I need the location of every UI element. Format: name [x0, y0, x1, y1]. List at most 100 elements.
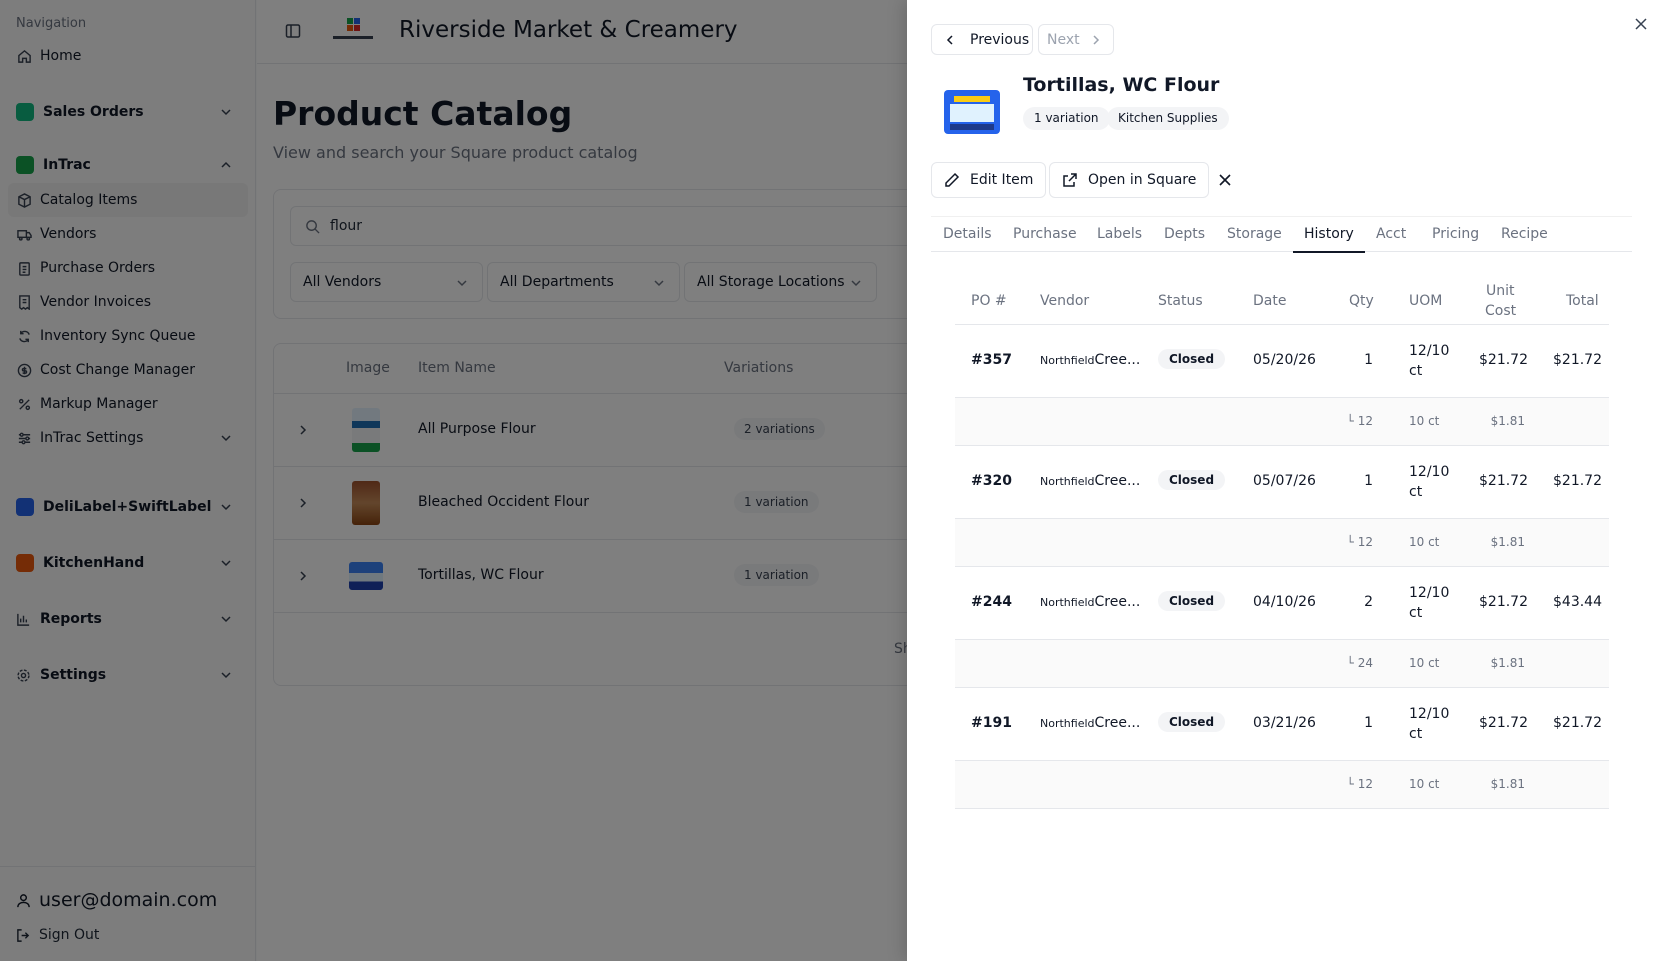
- status-badge: Closed: [1158, 470, 1226, 490]
- unit-qty-value: 12: [1357, 535, 1373, 549]
- product-image: [944, 90, 1000, 134]
- vendor-name: NorthfieldCree...: [1040, 352, 1140, 368]
- uom-line2: ct: [1409, 605, 1423, 621]
- edit-item-button[interactable]: Edit Item: [931, 162, 1047, 198]
- unit-cost: $21.72: [1479, 594, 1528, 610]
- uom-line2: ct: [1409, 726, 1423, 742]
- tab-depts[interactable]: Depts: [1164, 226, 1205, 242]
- history-sub-row: └ 12 10 ct $1.81: [955, 761, 1609, 809]
- edit-item-label: Edit Item: [970, 172, 1034, 188]
- corner-arrow-icon: └: [1346, 535, 1358, 549]
- history-row[interactable]: #244 NorthfieldCree... Closed 04/10/26 2 12/1…: [955, 567, 1609, 640]
- uom-line1: 12/10: [1409, 343, 1450, 359]
- chevron-right-icon: [1093, 34, 1099, 45]
- tab-history[interactable]: History: [1304, 226, 1354, 242]
- po-uom: 12/10 ct: [1409, 704, 1449, 744]
- vendor-truncated: Cree...: [1094, 352, 1141, 368]
- line-total: $43.44: [1553, 594, 1602, 610]
- po-qty: 1: [1364, 352, 1373, 368]
- next-button[interactable]: Next: [1038, 24, 1114, 55]
- history-sub-row: └ 24 10 ct $1.81: [955, 640, 1609, 688]
- unit-qty-value: 12: [1357, 414, 1373, 428]
- next-label: Next: [1047, 31, 1080, 48]
- open-in-square-label: Open in Square: [1088, 172, 1197, 188]
- unit-each-cost: $1.81: [1490, 535, 1525, 549]
- unit-cost: $21.72: [1479, 352, 1528, 368]
- history-row[interactable]: #191 NorthfieldCree... Closed 03/21/26 1 12/1…: [955, 688, 1609, 761]
- status-badge: Closed: [1158, 591, 1226, 611]
- line-total: $21.72: [1553, 715, 1602, 731]
- unit-cost: $21.72: [1479, 715, 1528, 731]
- po-number[interactable]: #191: [971, 715, 1012, 731]
- previous-button[interactable]: Previous: [931, 24, 1033, 55]
- tab-details[interactable]: Details: [943, 226, 992, 242]
- uom-line1: 12/10: [1409, 585, 1450, 601]
- col-vendor: Vendor: [1040, 293, 1090, 309]
- unit-each-cost: $1.81: [1490, 777, 1525, 791]
- uom-line2: ct: [1409, 484, 1423, 500]
- po-number[interactable]: #357: [971, 352, 1012, 368]
- tab-pricing[interactable]: Pricing: [1432, 226, 1479, 242]
- po-date: 03/21/26: [1253, 715, 1316, 731]
- vendor-name: NorthfieldCree...: [1040, 473, 1140, 489]
- vendor-logo-text: Northfield: [1040, 596, 1095, 609]
- tab-labels[interactable]: Labels: [1097, 226, 1142, 242]
- category-badge: Kitchen Supplies: [1107, 107, 1229, 130]
- uom-line1: 12/10: [1409, 464, 1450, 480]
- tab-purchase[interactable]: Purchase: [1013, 226, 1077, 242]
- pencil-icon: [945, 172, 960, 187]
- po-number[interactable]: #320: [971, 473, 1012, 489]
- line-total: $21.72: [1553, 352, 1602, 368]
- unit-uom: 10 ct: [1409, 414, 1440, 428]
- external-link-icon: [1063, 173, 1077, 187]
- uom-line2: ct: [1409, 363, 1423, 379]
- history-row[interactable]: #320 NorthfieldCree... Closed 05/07/26 1 12/1…: [955, 446, 1609, 519]
- vendor-name: NorthfieldCree...: [1040, 715, 1140, 731]
- history-sub-row: └ 12 10 ct $1.81: [955, 398, 1609, 446]
- close-icon[interactable]: [1634, 17, 1648, 31]
- col-qty: Qty: [1349, 293, 1374, 309]
- status-badge: Closed: [1158, 712, 1226, 732]
- variation-count-badge: 1 variation: [1023, 107, 1110, 130]
- vendor-truncated: Cree...: [1094, 594, 1141, 610]
- vendor-truncated: Cree...: [1094, 715, 1141, 731]
- uom-line1: 12/10: [1409, 706, 1450, 722]
- po-qty: 1: [1364, 473, 1373, 489]
- unit-uom: 10 ct: [1409, 656, 1440, 670]
- table-header: PO # Vendor Status Date Qty UOM Unit Cos…: [955, 271, 1609, 325]
- unit-each-cost: $1.81: [1490, 656, 1525, 670]
- active-tab-indicator: [1293, 251, 1365, 253]
- history-row[interactable]: #357 NorthfieldCree... Closed 05/20/26 1 12/1…: [955, 325, 1609, 398]
- unit-cost: $21.72: [1479, 473, 1528, 489]
- tab-recipe[interactable]: Recipe: [1501, 226, 1548, 242]
- unit-qty: └ 12: [1341, 777, 1373, 791]
- unit-qty-value: 12: [1357, 777, 1373, 791]
- po-date: 05/20/26: [1253, 352, 1316, 368]
- unit-qty: └ 24: [1341, 656, 1373, 670]
- col-uom: UOM: [1409, 293, 1443, 309]
- po-qty: 2: [1364, 594, 1373, 610]
- col-po: PO #: [971, 293, 1007, 309]
- corner-arrow-icon: └: [1346, 656, 1358, 670]
- close-icon[interactable]: [1218, 173, 1232, 187]
- tab-acct[interactable]: Acct: [1376, 226, 1406, 242]
- history-sub-row: └ 12 10 ct $1.81: [955, 519, 1609, 567]
- item-detail-drawer: Previous Next Tortillas, WC Flour 1 vari…: [907, 0, 1658, 961]
- col-unit-cost-line2: Cost: [1485, 303, 1517, 319]
- po-number[interactable]: #244: [971, 594, 1012, 610]
- po-date: 04/10/26: [1253, 594, 1316, 610]
- open-in-square-button[interactable]: Open in Square: [1049, 162, 1210, 198]
- po-date: 05/07/26: [1253, 473, 1316, 489]
- col-status: Status: [1158, 293, 1203, 309]
- col-total: Total: [1566, 293, 1599, 309]
- unit-uom: 10 ct: [1409, 777, 1440, 791]
- vendor-logo-text: Northfield: [1040, 354, 1095, 367]
- unit-qty-value: 24: [1357, 656, 1373, 670]
- item-tabs: Details Purchase Labels Depts Storage Hi…: [931, 216, 1632, 253]
- item-title: Tortillas, WC Flour: [1023, 74, 1220, 96]
- unit-qty: └ 12: [1341, 414, 1373, 428]
- tab-storage[interactable]: Storage: [1227, 226, 1282, 242]
- unit-each-cost: $1.81: [1490, 414, 1525, 428]
- vendor-truncated: Cree...: [1094, 473, 1141, 489]
- vendor-name: NorthfieldCree...: [1040, 594, 1140, 610]
